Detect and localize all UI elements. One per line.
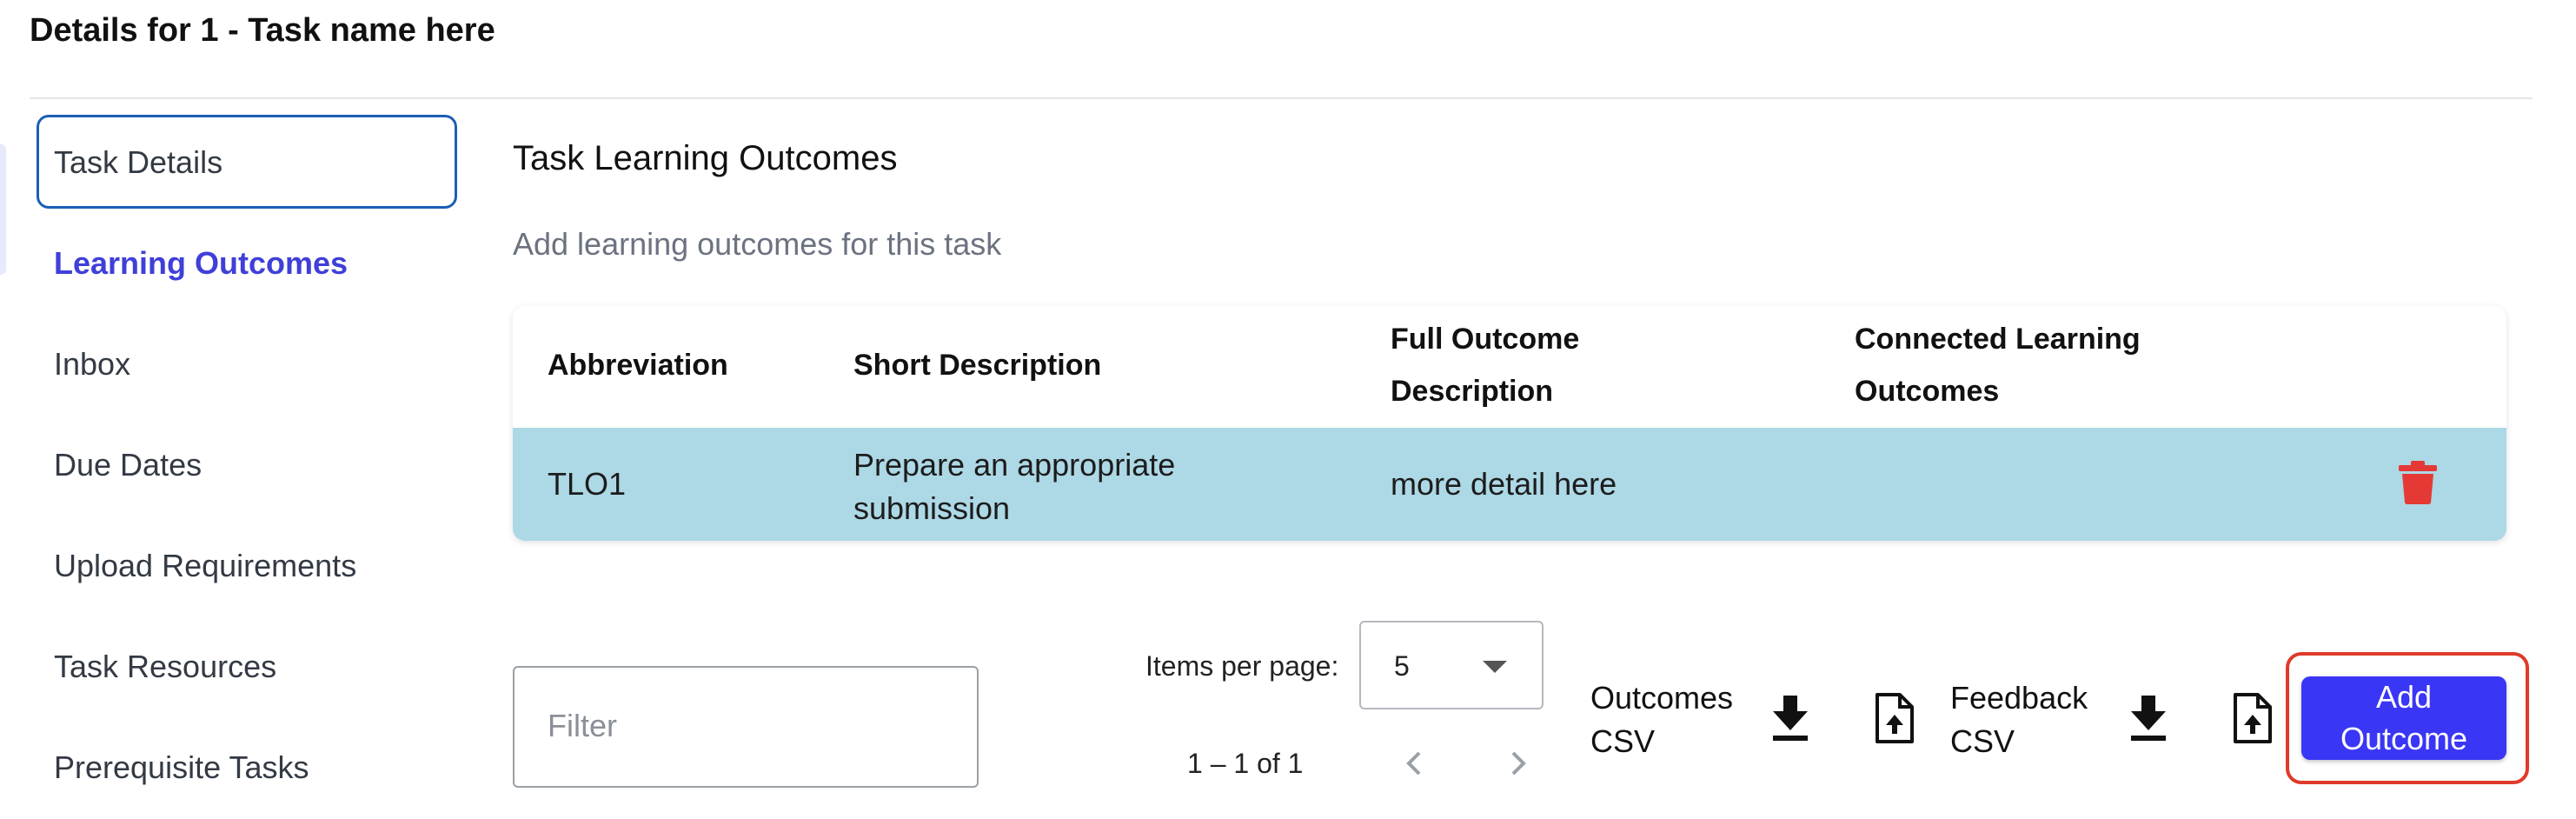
items-per-page-select[interactable] <box>1359 621 1544 709</box>
cell-short-description: Prepare an appropriate submission <box>853 443 1175 530</box>
cell-abbreviation: TLO1 <box>548 466 627 502</box>
section-subtitle: Add learning outcomes for this task <box>513 226 1002 262</box>
sidebar-item-learning-outcomes[interactable]: Learning Outcomes <box>54 245 348 282</box>
add-outcome-button[interactable]: Add Outcome <box>2301 676 2506 760</box>
feedback-csv-line2: CSV <box>1950 723 2015 759</box>
chevron-right-icon[interactable] <box>1500 746 1535 781</box>
sidebar-item-due-dates[interactable]: Due Dates <box>54 447 202 483</box>
add-outcome-line2: Outcome <box>2340 721 2468 756</box>
outcomes-upload-file-icon[interactable] <box>1872 692 1917 744</box>
feedback-download-icon[interactable] <box>2126 692 2171 744</box>
column-header-short-description[interactable]: Short Description <box>853 339 1101 391</box>
column-header-abbreviation[interactable]: Abbreviation <box>548 339 728 391</box>
trash-icon[interactable] <box>2399 461 2437 504</box>
feedback-csv-label: Feedback CSV <box>1950 676 2088 763</box>
page-title: Details for 1 - Task name here <box>30 12 495 49</box>
column-header-connected-line2: Outcomes <box>1855 375 2000 408</box>
sidebar-item-task-resources[interactable]: Task Resources <box>54 649 276 685</box>
outcomes-csv-line1: Outcomes <box>1590 680 1734 716</box>
outcomes-csv-line2: CSV <box>1590 723 1656 759</box>
dropdown-caret-icon <box>1483 661 1507 673</box>
filter-placeholder: Filter <box>548 708 617 743</box>
pagination-range: 1 – 1 of 1 <box>1187 748 1304 779</box>
feedback-upload-file-icon[interactable] <box>2230 692 2275 744</box>
cell-short-line1: Prepare an appropriate <box>853 447 1176 483</box>
items-per-page-label: Items per page: <box>1145 650 1339 682</box>
cell-short-line2: submission <box>853 490 1011 526</box>
cell-full-description: more detail here <box>1391 466 1617 502</box>
outcomes-csv-label: Outcomes CSV <box>1590 676 1733 763</box>
items-per-page-value: 5 <box>1394 650 1410 682</box>
column-header-full-line2: Description <box>1391 375 1554 408</box>
column-header-full-line1: Full Outcome <box>1391 323 1580 356</box>
header-divider <box>30 97 2533 99</box>
column-header-connected-outcomes[interactable]: Connected Learning Outcomes <box>1855 313 2141 417</box>
feedback-csv-line1: Feedback <box>1950 680 2088 716</box>
sidebar-item-prerequisite-tasks[interactable]: Prerequisite Tasks <box>54 749 309 786</box>
section-title: Task Learning Outcomes <box>513 139 898 177</box>
column-header-full-description[interactable]: Full Outcome Description <box>1391 313 1579 417</box>
chevron-left-icon[interactable] <box>1398 746 1432 781</box>
sidebar-item-upload-requirements[interactable]: Upload Requirements <box>54 548 356 584</box>
add-outcome-line1: Add <box>2375 679 2433 715</box>
sidebar-item-label-task-details[interactable]: Task Details <box>54 144 222 181</box>
column-header-connected-line1: Connected Learning <box>1855 323 2141 356</box>
side-collapse-marker <box>0 144 6 275</box>
sidebar-item-inbox[interactable]: Inbox <box>54 346 130 383</box>
outcomes-download-icon[interactable] <box>1768 692 1813 744</box>
